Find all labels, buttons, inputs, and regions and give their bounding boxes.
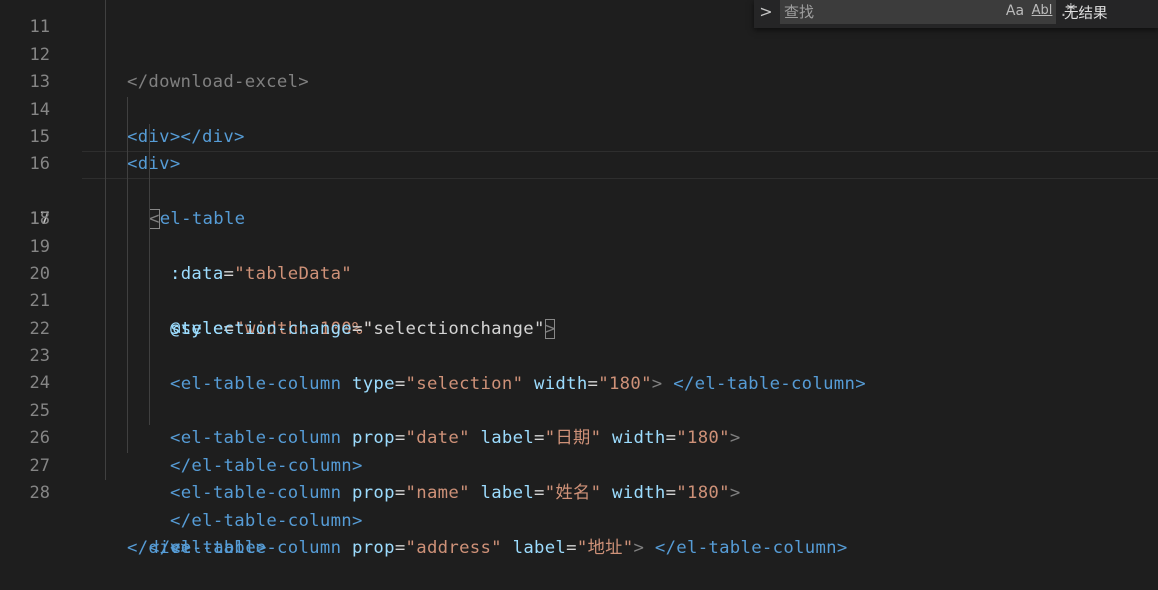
code-line[interactable]: 27 </el-table> [0, 425, 1158, 558]
attribute-name: prop [352, 537, 395, 558]
code-line[interactable]: 22 <el-table-column prop="date" label="日… [0, 288, 1158, 448]
code-line[interactable]: 21 [0, 260, 1158, 311]
indent-guide [127, 425, 128, 453]
indent-guide [127, 151, 128, 179]
indent-guide [127, 206, 128, 234]
attribute-name: label [512, 537, 567, 558]
current-line-highlight [82, 151, 1158, 179]
indent-guide [105, 315, 106, 344]
indent-guide [105, 343, 106, 371]
indent-guide [105, 397, 106, 426]
attribute-value: "姓名" [544, 483, 602, 504]
code-text: <el-table-column prop="address" label="地… [170, 535, 848, 562]
indent-guide [105, 14, 106, 42]
indent-guide [149, 260, 150, 289]
code-line[interactable]: 25 </el-table-column> [0, 370, 1158, 531]
indent-guide [105, 178, 106, 207]
attribute-name: label [480, 483, 535, 504]
indent-guide [127, 397, 128, 426]
attribute-name: width [612, 483, 666, 504]
indent-guide [105, 151, 106, 179]
indent-guide [149, 178, 150, 207]
indent-guide [127, 343, 128, 371]
tag-bracket: > [633, 537, 645, 558]
indent-guide [127, 233, 128, 261]
indent-guide [105, 69, 106, 97]
indent-guide [127, 370, 128, 398]
find-result-count: 无结果 [1064, 6, 1108, 22]
code-text: </div> [127, 535, 191, 562]
indent-guide [149, 315, 150, 344]
code-line[interactable]: 23 </el-table-column> [0, 315, 1158, 476]
indent-guide [105, 233, 106, 261]
attribute-name: prop [352, 483, 395, 504]
code-line[interactable]: 14 <div> [0, 69, 1158, 174]
equals-sign: = [534, 483, 545, 504]
code-text: </el-table-column> [170, 508, 363, 535]
indent-guide [105, 260, 106, 289]
indent-guide [149, 151, 150, 179]
indent-guide [149, 123, 150, 152]
equals-sign: = [394, 537, 406, 558]
indent-guide [105, 123, 106, 152]
code-text: <el-table-column prop="name" label="姓名" … [170, 480, 741, 507]
code-line[interactable]: 28 </div> [0, 452, 1158, 558]
indent-guide [127, 178, 128, 207]
indent-guide [149, 206, 150, 234]
tag-bracket: > [729, 483, 741, 504]
closing-tag: </div> [127, 537, 192, 558]
attribute-value: "name" [405, 483, 470, 504]
indent-guide [127, 260, 128, 289]
indent-guide [127, 96, 128, 124]
code-line[interactable]: 19 [0, 206, 1158, 257]
indent-guide [149, 288, 150, 316]
indent-guide [105, 288, 106, 316]
indent-guide [127, 288, 128, 316]
code-editor[interactable]: 11 </download-excel> 12 13 <div></div> 1… [0, 0, 1158, 558]
indent-guide [105, 0, 106, 15]
indent-guide [105, 206, 106, 234]
closing-tag: </el-table-column> [654, 537, 848, 558]
code-line[interactable]: 20 <el-table-column type="selection" wid… [0, 233, 1158, 394]
indent-guide [149, 343, 150, 371]
indent-guide [105, 96, 106, 124]
code-line[interactable]: 13 <div></div> [0, 41, 1158, 147]
find-input-box: Aa Abl .* [780, 0, 1075, 24]
indent-guide [149, 397, 150, 426]
indent-guide [149, 233, 150, 261]
code-line[interactable]: 16 :data="tableData" [0, 123, 1158, 284]
indent-guide [105, 370, 106, 398]
attribute-value: "address" [405, 537, 502, 558]
attribute-value: "地址" [576, 537, 634, 558]
code-line[interactable]: 18 @selection-change="selectionchange"> [0, 178, 1158, 339]
whole-word-toggle[interactable]: Abl [1030, 1, 1054, 21]
indent-guide [149, 370, 150, 398]
code-line-current[interactable]: 17 style="width: 100%" [0, 151, 1158, 339]
indent-guide [105, 452, 106, 481]
indent-guide [127, 123, 128, 152]
code-line[interactable]: 24 <el-table-column prop="name" label="姓… [0, 343, 1158, 503]
match-case-toggle[interactable]: Aa [1004, 1, 1026, 21]
find-input[interactable] [784, 0, 974, 24]
indent-guide [105, 425, 106, 453]
code-line[interactable]: 26 <el-table-column prop="address" label… [0, 397, 1158, 558]
indent-guide [105, 41, 106, 70]
line-number: 28 [29, 483, 50, 504]
chevron-right-icon[interactable]: > [754, 0, 778, 28]
tag-name: <el-table-column [170, 483, 342, 504]
closing-tag: </el-table-column> [170, 510, 363, 531]
code-line[interactable]: 15 <el-table [0, 96, 1158, 230]
attribute-value: "180" [676, 483, 730, 504]
find-widget: > Aa Abl .* 无结果 [754, 0, 1158, 28]
indent-guide [127, 315, 128, 344]
equals-sign: = [665, 483, 677, 504]
equals-sign: = [566, 537, 577, 558]
equals-sign: = [394, 483, 406, 504]
